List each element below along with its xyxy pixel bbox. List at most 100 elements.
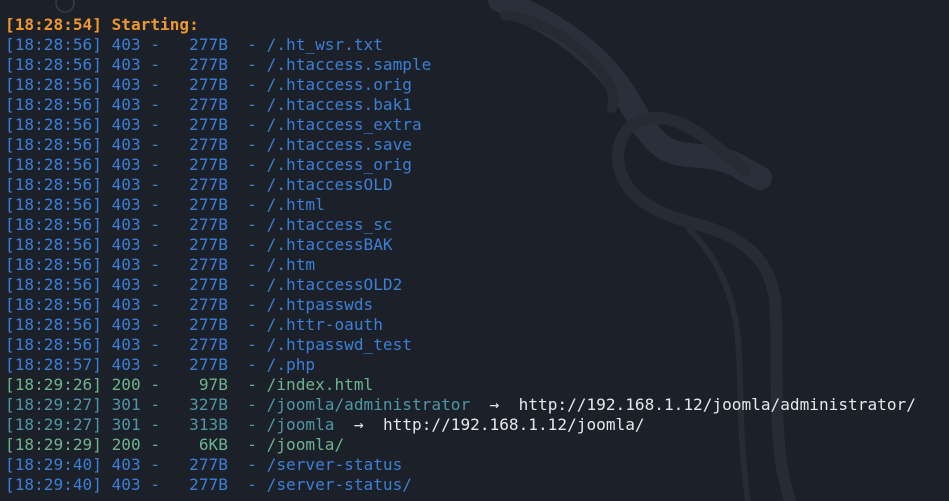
row-timestamp: 18:28:56 — [14, 315, 93, 334]
row-path: /.ht_wsr.txt — [266, 35, 383, 54]
row-path: /.htaccess_sc — [266, 215, 393, 234]
row-size: 277B — [189, 315, 228, 334]
row-status-code: 403 — [111, 235, 141, 254]
row-timestamp: 18:28:56 — [14, 95, 93, 114]
row-path: /joomla — [266, 415, 335, 434]
row-timestamp: 18:28:56 — [14, 55, 93, 74]
row-timestamp: 18:28:56 — [14, 275, 93, 294]
scan-start-time: 18:28:54 — [14, 15, 93, 34]
row-redirect-url: http://192.168.1.12/joomla/administrator… — [518, 395, 916, 414]
row-path: /.htaccess.sample — [266, 55, 432, 74]
row-status-code: 403 — [111, 35, 141, 54]
scan-result-row: [18:28:56] 403 - 277B - /.htaccessOLD — [5, 175, 393, 194]
row-path: /.htaccessOLD2 — [266, 275, 403, 294]
row-size: 313B — [189, 415, 228, 434]
scan-result-row: [18:28:56] 403 - 277B - /.htaccessBAK — [5, 235, 393, 254]
row-size: 277B — [189, 295, 228, 314]
row-status-code: 403 — [111, 255, 141, 274]
row-status-code: 301 — [111, 395, 141, 414]
scan-start-line: [18:28:54] Starting: — [5, 15, 199, 34]
row-status-code: 403 — [111, 75, 141, 94]
row-status-code: 403 — [111, 55, 141, 74]
row-timestamp: 18:28:56 — [14, 255, 93, 274]
row-size: 277B — [189, 195, 228, 214]
row-timestamp: 18:29:27 — [14, 415, 93, 434]
row-size: 277B — [189, 275, 228, 294]
scan-result-row: [18:28:56] 403 - 277B - /.htpasswd_test — [5, 335, 412, 354]
row-path: /.htaccess_extra — [266, 115, 422, 134]
row-redirect: → http://192.168.1.12/joomla/ — [334, 415, 645, 434]
row-status-code: 403 — [111, 115, 141, 134]
scan-result-row: [18:28:56] 403 - 277B - /.ht_wsr.txt — [5, 35, 383, 54]
scan-result-row: [18:29:27] 301 - 327B - /joomla/administ… — [5, 395, 916, 414]
row-status-code: 403 — [111, 475, 141, 494]
row-size: 277B — [189, 115, 228, 134]
row-timestamp: 18:28:56 — [14, 135, 93, 154]
row-path: /.htaccessBAK — [266, 235, 393, 254]
row-size: 277B — [189, 475, 228, 494]
row-path: /.htaccess.save — [266, 135, 412, 154]
row-size: 277B — [189, 135, 228, 154]
row-redirect-url: http://192.168.1.12/joomla/ — [382, 415, 645, 434]
row-status-code: 403 — [111, 355, 141, 374]
scan-result-row: [18:29:27] 301 - 313B - /joomla → http:/… — [5, 415, 645, 434]
row-path: /.htpasswds — [266, 295, 374, 314]
scan-start-label: Starting: — [111, 15, 199, 34]
row-redirect: → http://192.168.1.12/joomla/administrat… — [470, 395, 916, 414]
scan-result-row: [18:28:56] 403 - 277B - /.htaccess.sampl… — [5, 55, 432, 74]
row-timestamp: 18:28:56 — [14, 175, 93, 194]
row-size: 277B — [189, 35, 228, 54]
row-timestamp: 18:28:56 — [14, 115, 93, 134]
row-size: 277B — [189, 235, 228, 254]
scan-result-row: [18:28:56] 403 - 277B - /.htm — [5, 255, 316, 274]
row-size: 277B — [189, 95, 228, 114]
row-size: 277B — [189, 255, 228, 274]
scan-result-row: [18:28:56] 403 - 277B - /.htaccess.save — [5, 135, 412, 154]
row-path: /joomla/administrator — [266, 395, 471, 414]
row-path: /index.html — [266, 375, 374, 394]
scan-result-row: [18:29:26] 200 - 97B - /index.html — [5, 375, 374, 394]
row-size: 97B — [198, 375, 228, 394]
row-size: 277B — [189, 55, 228, 74]
row-path: /.htaccess.bak1 — [266, 95, 412, 114]
arrow-icon: → — [489, 395, 500, 414]
row-timestamp: 18:28:56 — [14, 35, 93, 54]
row-path: /.htpasswd_test — [266, 335, 412, 354]
row-path: /server-status/ — [266, 475, 412, 494]
scan-result-row: [18:28:56] 403 - 277B - /.httr-oauth — [5, 315, 383, 334]
scan-result-row: [18:28:56] 403 - 277B - /.html — [5, 195, 325, 214]
row-timestamp: 18:29:40 — [14, 455, 93, 474]
row-status-code: 403 — [111, 95, 141, 114]
scan-result-row: [18:28:56] 403 - 277B - /.htaccess_orig — [5, 155, 412, 174]
scan-result-row: [18:28:56] 403 - 277B - /.htaccess_extra — [5, 115, 422, 134]
row-timestamp: 18:28:56 — [14, 295, 93, 314]
row-status-code: 200 — [111, 435, 141, 454]
arrow-icon: → — [353, 415, 364, 434]
scan-result-row: [18:28:57] 403 - 277B - /.php — [5, 355, 316, 374]
row-size: 277B — [189, 175, 228, 194]
row-status-code: 403 — [111, 195, 141, 214]
row-path: /.htaccessOLD — [266, 175, 393, 194]
scan-result-row: [18:29:29] 200 - 6KB - /joomla/ — [5, 435, 345, 454]
row-path: /.php — [266, 355, 316, 374]
row-path: /.htaccess_orig — [266, 155, 412, 174]
row-status-code: 403 — [111, 175, 141, 194]
row-size: 277B — [189, 75, 228, 94]
row-size: 277B — [189, 335, 228, 354]
row-size: 277B — [189, 455, 228, 474]
row-path: /.httr-oauth — [266, 315, 383, 334]
scan-result-row: [18:28:56] 403 - 277B - /.htaccessOLD2 — [5, 275, 403, 294]
row-size: 277B — [189, 155, 228, 174]
scan-result-row: [18:28:56] 403 - 277B - /.htpasswds — [5, 295, 374, 314]
terminal-output: [18:28:54] Starting: [18:28:56] 403 - 27… — [0, 0, 949, 501]
scan-result-row: [18:29:40] 403 - 277B - /server-status/ — [5, 475, 412, 494]
row-path: /joomla/ — [266, 435, 345, 454]
row-timestamp: 18:28:56 — [14, 215, 93, 234]
row-size: 277B — [189, 355, 228, 374]
row-size: 327B — [189, 395, 228, 414]
scan-result-row: [18:28:56] 403 - 277B - /.htaccess_sc — [5, 215, 393, 234]
row-timestamp: 18:28:56 — [14, 235, 93, 254]
row-timestamp: 18:29:40 — [14, 475, 93, 494]
row-timestamp: 18:29:27 — [14, 395, 93, 414]
row-status-code: 403 — [111, 455, 141, 474]
